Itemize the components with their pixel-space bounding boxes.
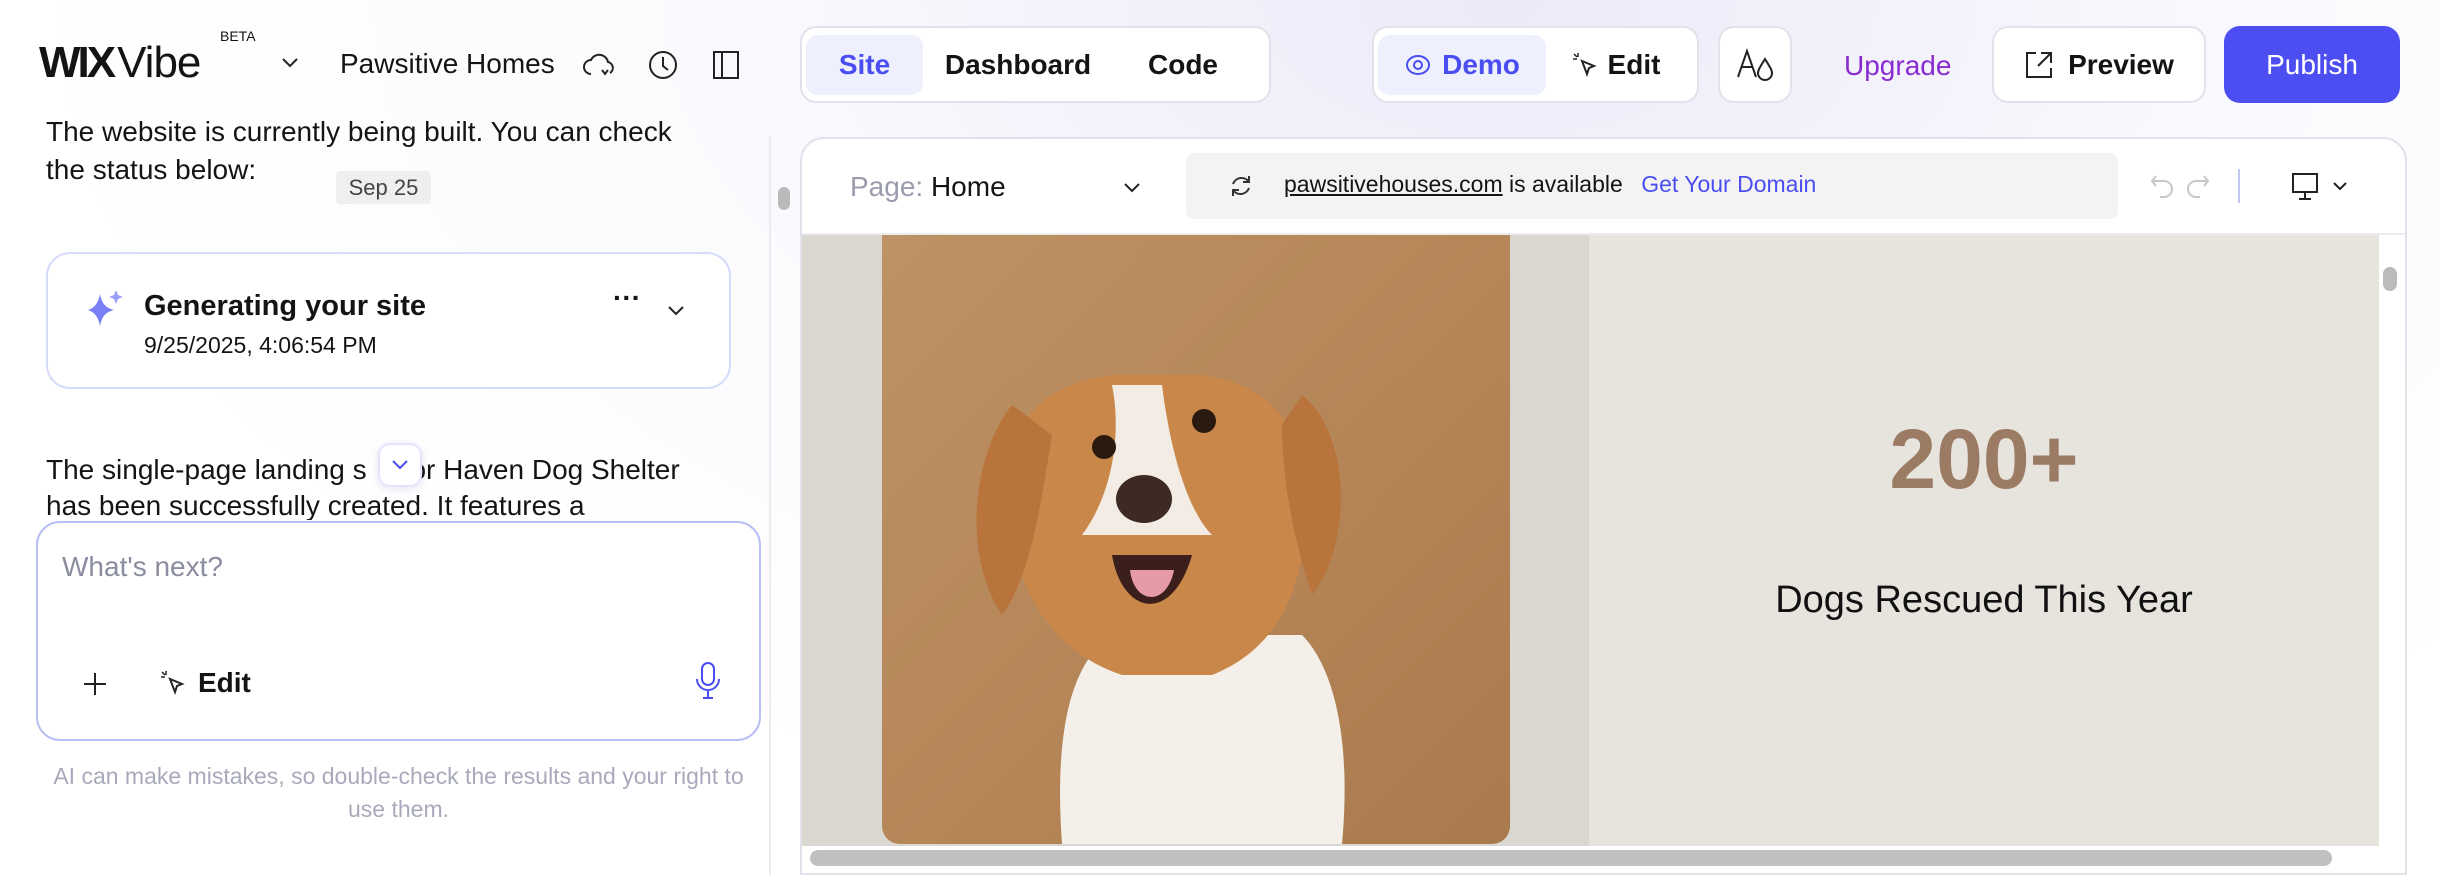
vertical-scrollbar[interactable] [2383,267,2397,291]
desktop-icon[interactable] [2290,171,2320,203]
domain-link[interactable]: pawsitivehouses.com [1284,171,1503,197]
eye-icon [1406,54,1431,75]
chat-message-text: The website is currently being built. Yo… [46,120,672,147]
horizontal-scrollbar[interactable] [810,850,2332,866]
page-selector[interactable]: Page: Home [850,171,1006,203]
sparkle-icon [88,290,123,326]
chevron-down-icon[interactable] [1122,181,1142,195]
chevron-down-icon[interactable] [2332,181,2348,193]
redo-icon[interactable] [2184,173,2210,199]
cloud-sync-icon[interactable] [582,50,618,80]
tab-demo[interactable]: Demo [1378,34,1546,95]
view-tabs: Site Dashboard Code [800,26,1271,103]
tab-edit-label: Edit [1607,48,1661,80]
beta-badge: BETA [220,28,256,44]
tab-site[interactable]: Site [806,34,923,95]
font-color-icon [1737,47,1774,81]
logo-product: Vibe [117,38,201,87]
toolbar-divider [2238,169,2240,203]
chevron-down-icon [392,460,408,470]
chat-input[interactable]: What's next? Edit [36,521,761,741]
chat-message-text: the status below: [46,154,257,185]
chat-text-part: for Haven Dog Shelter [402,454,680,485]
plus-icon[interactable] [82,671,108,697]
site-preview-frame: Page: Home pawsitivehouses.com is availa… [800,137,2407,875]
chat-text-part: The single-page landing s [46,454,367,485]
scroll-down-button[interactable] [378,443,422,487]
ai-disclaimer: AI can make mistakes, so double-check th… [53,763,744,822]
tab-dashboard[interactable]: Dashboard [923,35,1113,95]
page-label: Page: [850,171,924,202]
theme-button[interactable] [1718,26,1792,103]
dog-illustration [976,375,1345,844]
cursor-click-icon [161,671,185,695]
undo-icon[interactable] [2150,173,2176,199]
tab-code[interactable]: Code [1113,35,1253,95]
logo-brand: WIX [39,38,116,87]
site-name[interactable]: Pawsitive Homes [340,48,555,80]
panel-divider[interactable] [769,135,771,875]
publish-button[interactable]: Publish [2224,26,2400,103]
domain-status: is available [1509,171,1623,197]
status-title: Generating your site [144,290,427,322]
date-badge: Sep 25 [336,171,431,204]
chat-scrollbar[interactable] [778,187,790,210]
page-value: Home [930,171,1006,202]
more-options-icon[interactable]: ··· [613,282,641,314]
refresh-icon[interactable] [1228,173,1254,199]
cursor-click-icon [1572,52,1597,77]
chevron-down-icon[interactable] [280,56,300,70]
preview-button[interactable]: Preview [1992,26,2206,103]
edit-label: Edit [198,667,251,698]
dog-photo [882,235,1510,844]
stats-section [1589,235,2379,846]
sidebar-toggle-icon[interactable] [712,50,740,80]
history-icon[interactable] [646,48,680,82]
edit-mode-button[interactable]: Edit [160,667,251,699]
chevron-down-icon[interactable] [666,304,686,318]
microphone-icon[interactable] [694,661,722,701]
url-bar: pawsitivehouses.com is available Get You… [1186,153,2118,219]
wix-vibe-logo[interactable]: WIX Vibe [39,38,201,88]
tab-edit[interactable]: Edit [1546,35,1686,95]
upgrade-link[interactable]: Upgrade [1844,50,1951,82]
tab-demo-label: Demo [1442,48,1520,80]
preview-label: Preview [2068,48,2174,80]
external-link-icon [2026,51,2053,78]
stat-label: Dogs Rescued This Year [1775,579,2193,621]
chat-message-text: The single-page landing s for Haven Dog S… [46,452,680,488]
get-domain-link[interactable]: Get Your Domain [1641,171,1816,197]
stat-value: 200+ [1889,412,2079,506]
chat-message-text: has been successfully created. It featur… [46,490,585,520]
status-timestamp: 9/25/2025, 4:06:54 PM [144,332,377,358]
status-card: Generating your site 9/25/2025, 4:06:54 … [46,252,731,389]
chat-input-placeholder[interactable]: What's next? [62,551,223,583]
mode-tabs: Demo Edit [1372,26,1699,103]
